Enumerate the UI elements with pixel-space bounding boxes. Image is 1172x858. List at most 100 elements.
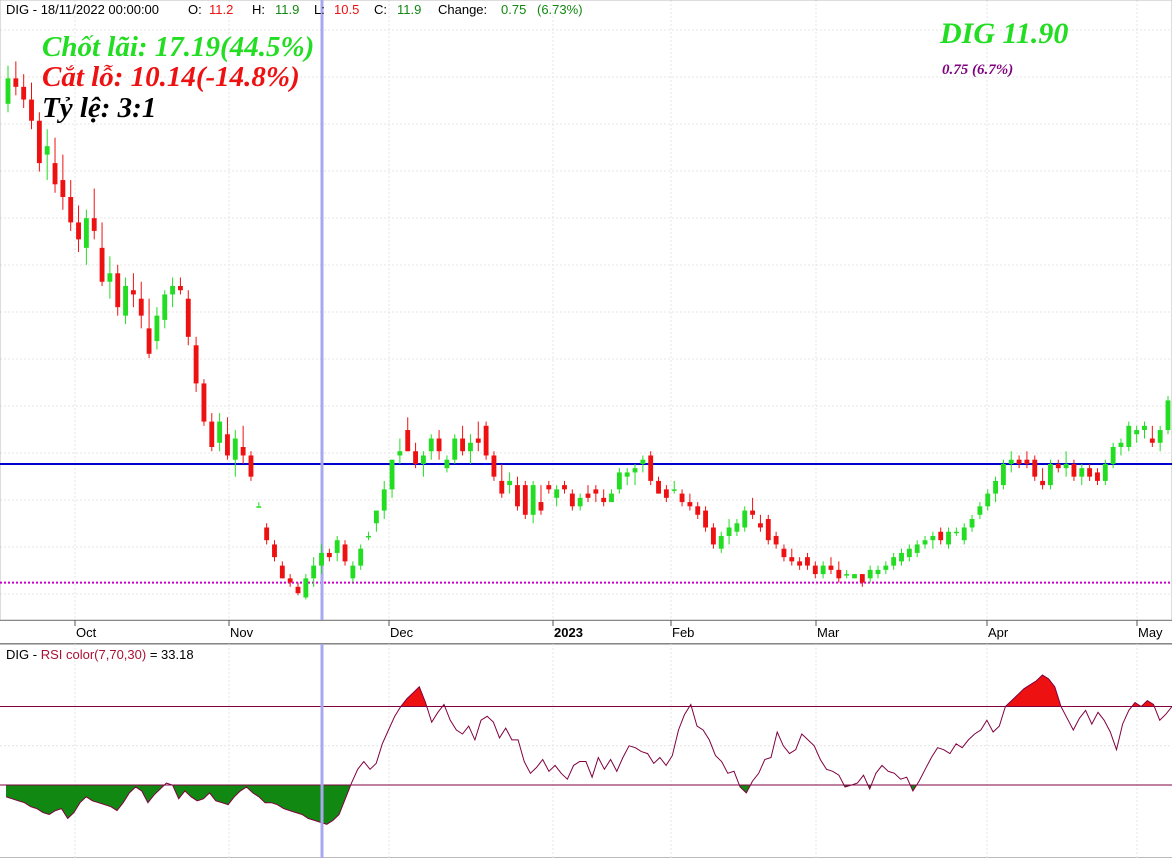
candle-body xyxy=(5,78,11,104)
candle-body xyxy=(961,527,967,541)
candle-body xyxy=(616,472,622,490)
candlestick-chart[interactable]: DIG - 18/11/2022 00:00:00 O: 11.2 H: 11.… xyxy=(0,0,1172,620)
header-high-label: H: xyxy=(252,2,265,17)
candle-body xyxy=(899,552,904,562)
candle-body xyxy=(718,535,724,549)
candle-body xyxy=(36,120,42,164)
candle-body xyxy=(264,527,270,541)
rsi-header-sep: - xyxy=(33,647,41,662)
candle-body xyxy=(656,480,661,494)
candle-body xyxy=(906,548,912,558)
candle-body xyxy=(483,425,489,456)
rsi-chart[interactable]: DIG - RSI color(7,70,30) = 33.18 xyxy=(0,644,1172,858)
candle-body xyxy=(1016,459,1022,464)
axis-tick-label: Nov xyxy=(230,625,254,640)
candle-body xyxy=(366,535,371,538)
candle-body xyxy=(726,527,732,536)
candle-body xyxy=(538,502,544,511)
rsi-header-value: = 33.18 xyxy=(150,647,194,662)
candle-body xyxy=(130,290,136,295)
candle-body xyxy=(1040,480,1046,486)
candle-body xyxy=(413,451,418,464)
candle-body xyxy=(569,493,575,507)
candle-body xyxy=(146,328,152,354)
axis-tick-label: Oct xyxy=(76,625,97,640)
axis-tick-label: 2023 xyxy=(554,625,583,640)
candle-body xyxy=(209,421,215,447)
candle-body xyxy=(687,502,693,507)
candle-body xyxy=(1095,472,1100,481)
candle-body xyxy=(397,451,403,456)
candle-body xyxy=(491,455,497,477)
candle-body xyxy=(452,438,458,460)
rsi-header-indicator: RSI color(7,70,30) xyxy=(41,647,147,662)
candle-body xyxy=(326,552,332,558)
rsi-panel[interactable]: DIG - RSI color(7,70,30) = 33.18 xyxy=(0,644,1172,858)
candle-body xyxy=(1071,463,1077,477)
header-high-value: 11.9 xyxy=(275,2,299,17)
header-open-label: O: xyxy=(188,2,202,17)
candle-body xyxy=(640,459,646,464)
axis-tick-label: Apr xyxy=(988,625,1009,640)
time-axis: Oct Nov Dec 2023 Feb Mar Apr May xyxy=(0,620,1172,644)
candle-body xyxy=(820,565,826,575)
candles xyxy=(5,61,1171,600)
candle-body xyxy=(1126,425,1132,447)
candle-body xyxy=(138,298,144,316)
candle-body xyxy=(852,574,857,579)
candle-body xyxy=(44,146,50,155)
candle-body xyxy=(1142,425,1147,431)
candle-body xyxy=(1079,468,1085,477)
header-sep: - xyxy=(33,2,41,17)
axis-tick-label: May xyxy=(1138,625,1163,640)
candle-body xyxy=(99,247,105,282)
candle-body xyxy=(781,548,787,558)
candle-body xyxy=(765,519,771,541)
candle-body xyxy=(1008,459,1014,464)
candle-body xyxy=(836,569,842,579)
candle-body xyxy=(671,489,677,491)
candle-body xyxy=(797,561,803,566)
candle-body xyxy=(358,548,364,566)
candle-body xyxy=(562,485,567,490)
axis-tick-label: Dec xyxy=(390,625,414,640)
rsi-overbought-area xyxy=(1131,700,1155,707)
candle-body xyxy=(679,493,685,503)
candle-body xyxy=(405,430,411,452)
candle-body xyxy=(60,180,66,198)
candle-body xyxy=(162,294,168,320)
candle-body xyxy=(279,565,285,579)
ratio-label: Tỷ lệ: 3:1 xyxy=(42,92,156,124)
candle-body xyxy=(734,523,740,532)
candle-body xyxy=(107,273,113,282)
rsi-grid xyxy=(0,644,1172,858)
candle-body xyxy=(946,531,951,545)
candle-body xyxy=(758,523,763,528)
candle-body xyxy=(115,273,121,308)
price-panel[interactable]: DIG - 18/11/2022 00:00:00 O: 11.2 H: 11.… xyxy=(0,0,1172,620)
candle-body xyxy=(154,315,160,342)
header-symbol: DIG xyxy=(6,2,29,17)
candle-body xyxy=(350,565,356,579)
candle-body xyxy=(460,438,466,452)
axis-tick-label: Feb xyxy=(672,625,694,640)
time-axis-svg: Oct Nov Dec 2023 Feb Mar Apr May xyxy=(0,620,1172,644)
candle-body xyxy=(68,197,74,223)
candle-body xyxy=(232,438,238,460)
candle-body xyxy=(287,578,293,583)
candle-body xyxy=(123,285,128,316)
price-grid xyxy=(0,0,1172,620)
candle-body xyxy=(993,480,998,494)
candle-body xyxy=(867,569,873,579)
header-low-label: L: xyxy=(314,2,325,17)
candle-body xyxy=(969,519,975,528)
header-change-label: Change: xyxy=(438,2,487,17)
candle-body xyxy=(381,489,387,511)
candle-body xyxy=(875,569,881,575)
candle-body xyxy=(522,485,528,515)
candle-body xyxy=(695,506,701,515)
candle-body xyxy=(812,565,818,575)
candle-body xyxy=(930,535,936,541)
candle-body xyxy=(1118,442,1124,447)
candle-body xyxy=(828,565,834,570)
